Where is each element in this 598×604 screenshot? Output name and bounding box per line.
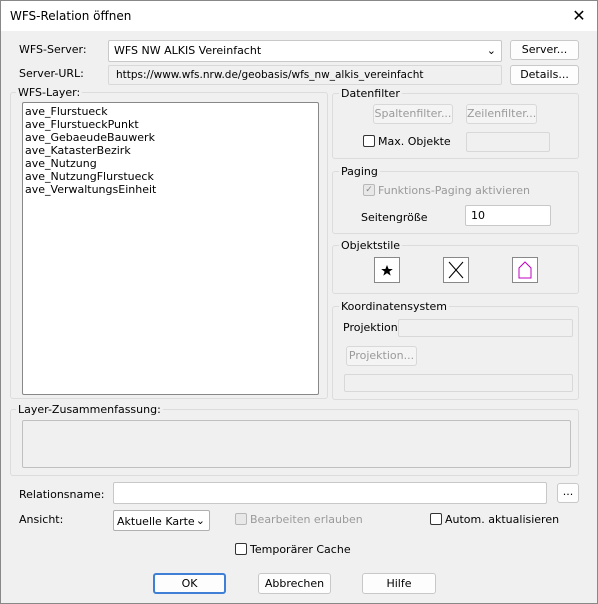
- max-objekte-field: [466, 132, 550, 152]
- line-style-icon[interactable]: [443, 257, 469, 283]
- layer-list-item[interactable]: ave_GebaeudeBauwerk: [25, 131, 316, 144]
- autom-aktualisieren-label: Autom. aktualisieren: [445, 513, 560, 526]
- page-size-value: 10: [471, 209, 485, 222]
- layer-list-item[interactable]: ave_Nutzung: [25, 157, 316, 170]
- layer-list-item[interactable]: ave_FlurstueckPunkt: [25, 118, 316, 131]
- layer-list-item[interactable]: ave_VerwaltungsEinheit: [25, 183, 316, 196]
- layer-list-item[interactable]: ave_Flurstueck: [25, 105, 316, 118]
- ansicht-label: Ansicht:: [19, 513, 64, 526]
- wfs-server-select[interactable]: WFS NW ALKIS Vereinfacht ⌄: [108, 40, 502, 62]
- datenfilter-label: Datenfilter: [339, 87, 402, 100]
- chevron-down-icon: ⌄: [486, 44, 496, 57]
- wfs-layer-list[interactable]: ave_Flurstueck ave_FlurstueckPunkt ave_Geb…: [22, 102, 319, 395]
- layer-summary-label: Layer-Zusammenfassung:: [16, 403, 163, 416]
- bearbeiten-label: Bearbeiten erlauben: [250, 513, 363, 526]
- projektion-button[interactable]: Projektion...: [346, 346, 417, 366]
- page-size-field[interactable]: 10: [465, 205, 551, 226]
- cancel-button[interactable]: Abbrechen: [258, 573, 331, 594]
- chevron-down-icon: ⌄: [195, 514, 205, 527]
- bearbeiten-checkbox[interactable]: [235, 513, 247, 525]
- close-icon[interactable]: ✕: [569, 6, 589, 26]
- relationsname-input[interactable]: [113, 482, 547, 504]
- objektstile-label: Objektstile: [339, 239, 403, 252]
- server-button[interactable]: Server...: [510, 40, 579, 60]
- help-button[interactable]: Hilfe: [362, 573, 436, 594]
- paging-enable-label: Funktions-Paging aktivieren: [378, 184, 531, 197]
- max-objekte-checkbox[interactable]: [363, 135, 375, 147]
- layer-list-items: ave_Flurstueck ave_FlurstueckPunkt ave_Geb…: [23, 103, 318, 198]
- polygon-style-icon[interactable]: [512, 257, 538, 283]
- ansicht-select[interactable]: Aktuelle Karte ⌄: [113, 510, 210, 531]
- window-title: WFS-Relation öffnen: [10, 9, 132, 23]
- layer-summary-field: [22, 420, 571, 468]
- server-url-value: https://www.wfs.nrw.de/geobasis/wfs_nw_a…: [116, 69, 424, 81]
- page-size-label: Seitengröße: [361, 211, 428, 224]
- wfs-server-label: WFS-Server:: [19, 43, 87, 56]
- server-url-field: https://www.wfs.nrw.de/geobasis/wfs_nw_a…: [108, 65, 502, 85]
- wfs-layer-label: WFS-Layer:: [16, 86, 83, 99]
- point-style-icon[interactable]: [374, 257, 400, 283]
- max-objekte-label: Max. Objekte: [378, 135, 451, 148]
- ok-button[interactable]: OK: [153, 573, 226, 594]
- wfs-server-value: WFS NW ALKIS Vereinfacht: [114, 44, 262, 57]
- spaltenfilter-button[interactable]: Spaltenfilter...: [373, 104, 453, 124]
- details-button[interactable]: Details...: [510, 65, 579, 85]
- ansicht-value: Aktuelle Karte: [117, 515, 195, 528]
- server-url-label: Server-URL:: [19, 67, 84, 80]
- projektion-field: [398, 319, 573, 337]
- temp-cache-checkbox[interactable]: [235, 543, 247, 555]
- paging-enable-checkbox[interactable]: ✓: [363, 184, 375, 196]
- paging-label: Paging: [339, 165, 380, 178]
- temp-cache-label: Temporärer Cache: [250, 543, 351, 556]
- title-bar: WFS-Relation öffnen ✕: [1, 1, 597, 31]
- zeilenfilter-button[interactable]: Zeilenfilter...: [466, 104, 537, 124]
- dialog-window: WFS-Relation öffnen ✕ WFS-Server: WFS NW…: [0, 0, 598, 604]
- layer-list-item[interactable]: ave_NutzungFlurstueck: [25, 170, 316, 183]
- projektion-extra-field: [344, 374, 573, 392]
- relationsname-label: Relationsname:: [19, 488, 105, 501]
- relationsname-browse-button[interactable]: ...: [557, 483, 579, 503]
- autom-aktualisieren-checkbox[interactable]: [430, 513, 442, 525]
- projektion-label: Projektion:: [343, 321, 402, 334]
- layer-list-item[interactable]: ave_KatasterBezirk: [25, 144, 316, 157]
- koordinatensystem-label: Koordinatensystem: [339, 300, 450, 313]
